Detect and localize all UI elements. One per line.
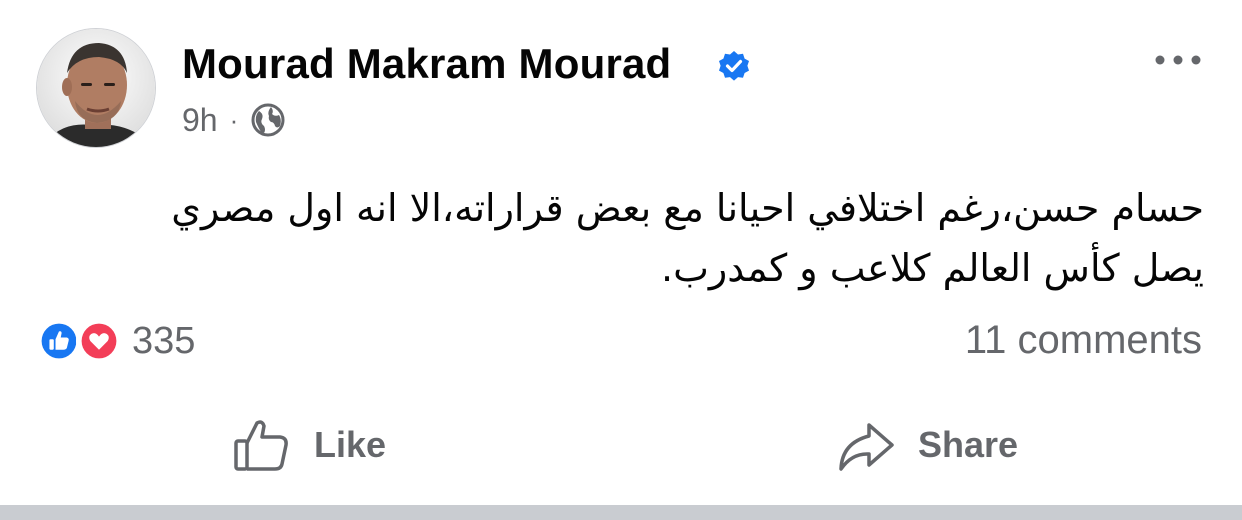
like-button[interactable]: Like: [232, 410, 386, 480]
thumbs-up-icon: [234, 420, 288, 471]
love-reaction-icon: [76, 318, 122, 364]
reactions-summary[interactable]: 335: [36, 316, 195, 366]
more-options-icon: [1155, 55, 1201, 65]
author-name[interactable]: Mourad Makram Mourad: [182, 40, 671, 88]
avatar[interactable]: [36, 28, 156, 148]
more-options-button[interactable]: [1150, 44, 1206, 76]
post-text-line: يصل كأس العالم كلاعب و كمدرب.: [661, 246, 1204, 290]
share-arrow-icon: [839, 423, 894, 471]
post-text: حسام حسن،رغم اختلافي احيانا مع بعض قرارا…: [44, 178, 1204, 298]
share-label: Share: [918, 424, 1019, 465]
post-text-line: حسام حسن،رغم اختلافي احيانا مع بعض قرارا…: [171, 186, 1204, 230]
reaction-count: 335: [132, 319, 196, 362]
post-timestamp[interactable]: 9h: [182, 102, 218, 139]
globe-icon[interactable]: [250, 102, 286, 138]
share-button[interactable]: Share: [836, 410, 1018, 480]
feed-divider: [0, 505, 1242, 520]
verified-badge-icon: [719, 51, 749, 81]
post-card: Mourad Makram Mourad 9h · حسام حسن،رغم ا…: [0, 0, 1242, 505]
meta-separator: ·: [229, 104, 239, 135]
like-label: Like: [314, 424, 387, 465]
avatar-photo: [37, 29, 155, 147]
comments-count[interactable]: 11 comments: [965, 318, 1202, 363]
post-meta: 9h ·: [182, 100, 286, 140]
